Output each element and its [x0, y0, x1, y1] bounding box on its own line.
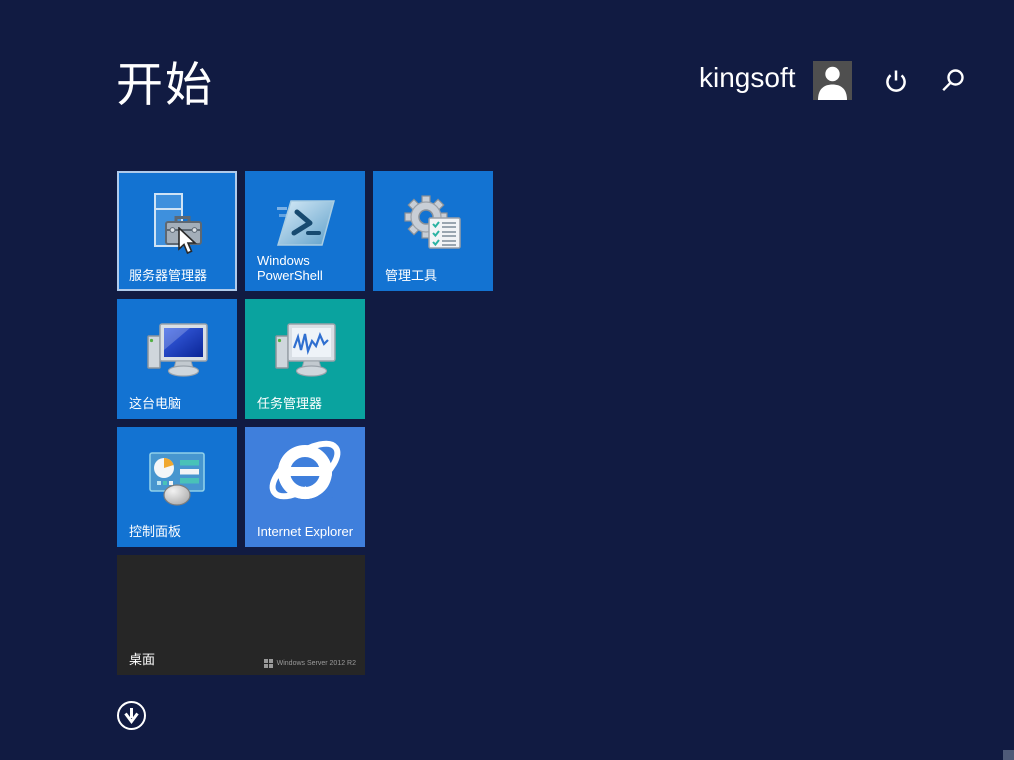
task-manager-icon — [245, 309, 365, 393]
tile-label: 任务管理器 — [257, 397, 357, 412]
control-panel-icon — [117, 437, 237, 521]
tile-label: Windows PowerShell — [257, 254, 357, 284]
tile-admin-tools[interactable]: 管理工具 — [373, 171, 493, 291]
admin-tools-icon — [373, 181, 493, 265]
tile-control-panel[interactable]: 控制面板 — [117, 427, 237, 547]
tile-this-pc[interactable]: 这台电脑 — [117, 299, 237, 419]
tile-windows-powershell[interactable]: Windows PowerShell — [245, 171, 365, 291]
tile-internet-explorer[interactable]: Internet Explorer — [245, 427, 365, 547]
ie-icon — [245, 429, 365, 513]
tile-label: 这台电脑 — [129, 397, 229, 412]
computer-icon — [117, 309, 237, 393]
tile-label: 桌面 — [129, 653, 357, 668]
tile-label: 控制面板 — [129, 525, 229, 540]
tile-desktop[interactable]: Windows Server 2012 R2 桌面 — [117, 555, 365, 675]
user-avatar[interactable] — [813, 61, 852, 100]
power-icon[interactable] — [882, 67, 910, 100]
screen-corner-chip — [1003, 750, 1014, 760]
start-tile-grid: 服务器管理器 Windows PowerShell — [117, 171, 617, 681]
tile-label: Internet Explorer — [257, 525, 357, 540]
tile-label: 服务器管理器 — [129, 269, 229, 284]
tile-task-manager[interactable]: 任务管理器 — [245, 299, 365, 419]
down-arrow-circle-icon — [116, 700, 147, 731]
tile-server-manager[interactable]: 服务器管理器 — [117, 171, 237, 291]
page-title: 开始 — [116, 46, 214, 115]
all-apps-button[interactable] — [116, 700, 147, 731]
user-name[interactable]: kingsoft — [699, 62, 796, 94]
user-avatar-icon — [813, 61, 852, 100]
tile-label: 管理工具 — [385, 269, 485, 284]
search-icon[interactable] — [940, 68, 966, 99]
mouse-cursor-icon — [177, 227, 199, 262]
